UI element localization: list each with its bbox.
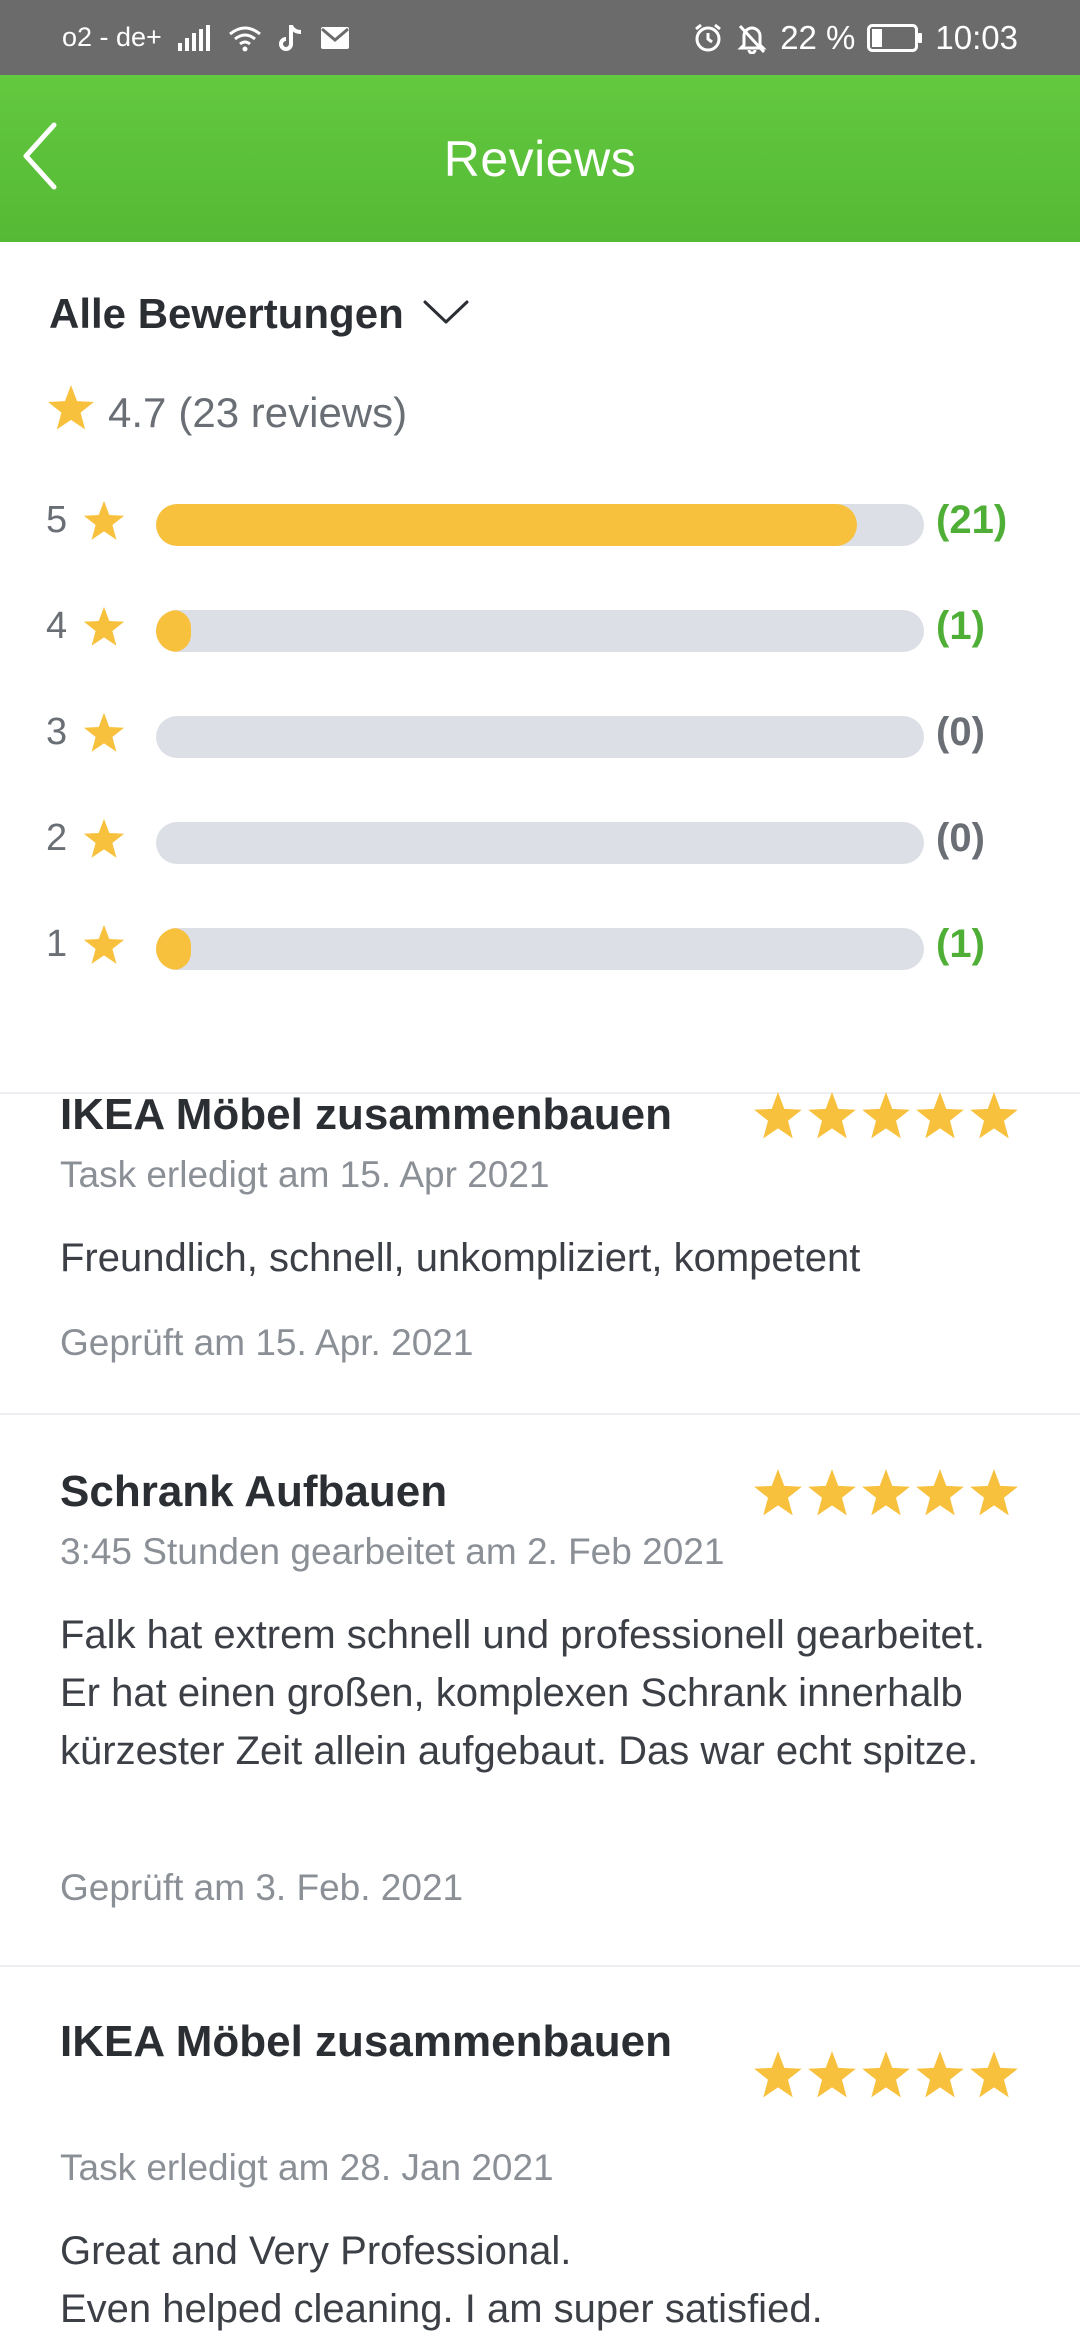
rating-bar-1: 1 (1) (46, 914, 1026, 974)
app-bar: Reviews (0, 75, 1080, 242)
review-subtitle: 3:45 Stunden gearbeitet am 2. Feb 2021 (60, 1531, 725, 1572)
star-icon (82, 500, 126, 547)
rating-bar-4: 4 (1) (46, 596, 1026, 656)
review-verified: Geprüft am 3. Feb. 2021 (60, 1867, 464, 1908)
star-icon (808, 1469, 856, 1516)
review-subtitle: Task erledigt am 28. Jan 2021 (60, 2147, 554, 2188)
battery-icon (867, 23, 923, 52)
review-verified: Geprüft am 15. Apr. 2021 (60, 1322, 474, 1363)
rating-bar-stars: 3 (46, 711, 68, 753)
rating-bar-2: 2 (0) (46, 808, 1026, 868)
review-body: Great and Very Professional. Even helped… (60, 2222, 1020, 2338)
review-subtitle: Task erledigt am 15. Apr 2021 (60, 1154, 550, 1195)
review-body: Freundlich, schnell, unkompliziert, komp… (60, 1236, 861, 1280)
signal-icon (177, 24, 212, 51)
review-stars (752, 1091, 1020, 1141)
star-icon (754, 2051, 802, 2098)
star-icon (82, 924, 126, 971)
clock: 10:03 (935, 18, 1018, 56)
divider (0, 1413, 1080, 1415)
chevron-down-icon (422, 298, 470, 331)
carrier-label: o2 - de+ (62, 22, 162, 52)
star-icon (862, 1469, 910, 1516)
status-bar-right: 22 % 10:03 (692, 0, 1018, 75)
review-body-line: Great and Very Professional. (60, 2229, 572, 2273)
star-icon (808, 1092, 856, 1139)
star-icon (862, 2051, 910, 2098)
review-body: Falk hat extrem schnell und professionel… (60, 1613, 985, 1773)
battery-percent: 22 % (780, 18, 856, 56)
rating-bar-count: (0) (936, 816, 985, 860)
filter-label: Alle Bewertungen (49, 290, 404, 337)
review-count: (23 reviews) (178, 389, 408, 436)
review-title: IKEA Möbel zusammenbauen (60, 2017, 673, 2066)
rating-bar-stars: 2 (46, 817, 68, 859)
bell-off-icon (736, 22, 768, 54)
rating-bar-track (156, 928, 924, 970)
star-icon (970, 1469, 1018, 1516)
average-rating: 4.7 (108, 389, 167, 436)
star-icon (82, 606, 126, 653)
star-icon (862, 1092, 910, 1139)
rating-bar-5: 5 (21) (46, 490, 1026, 550)
status-bar: o2 - de+ 22 % 10:03 (0, 0, 1080, 75)
rating-bar-track (156, 716, 924, 758)
star-icon (808, 2051, 856, 2098)
star-icon (82, 818, 126, 865)
alarm-icon (692, 22, 724, 54)
page-title: Reviews (443, 130, 637, 187)
review-stars (752, 2050, 1020, 2100)
rating-bar-track (156, 822, 924, 864)
review-title: Schrank Aufbauen (60, 1467, 448, 1516)
star-icon (82, 712, 126, 759)
rating-bar-count: (1) (936, 922, 985, 966)
rating-filter-dropdown[interactable]: Alle Bewertungen (49, 290, 470, 338)
star-icon (970, 2051, 1018, 2098)
rating-bar-count: (1) (936, 604, 985, 648)
rating-bar-fill (156, 504, 858, 546)
star-icon (754, 1469, 802, 1516)
rating-bar-track (156, 504, 924, 546)
star-icon (754, 1092, 802, 1139)
review-stars (752, 1468, 1020, 1518)
star-icon (916, 2051, 964, 2098)
star-icon (46, 384, 96, 442)
review-title: IKEA Möbel zusammenbauen (60, 1090, 673, 1139)
rating-bar-track (156, 610, 924, 652)
wifi-icon (228, 24, 262, 52)
review-body-line: Even helped cleaning. I am super satisfi… (60, 2287, 823, 2331)
rating-bar-stars: 5 (46, 499, 68, 541)
rating-summary: 4.7 (23 reviews) (46, 384, 407, 442)
star-icon (970, 1092, 1018, 1139)
rating-bar-3: 3 (0) (46, 702, 1026, 762)
star-icon (916, 1469, 964, 1516)
rating-bar-fill (156, 928, 191, 970)
status-bar-left: o2 - de+ (62, 0, 350, 75)
rating-bar-stars: 4 (46, 605, 68, 647)
tiktok-icon (278, 23, 304, 53)
rating-bar-count: (0) (936, 710, 985, 754)
rating-bar-stars: 1 (46, 923, 68, 965)
divider (0, 1965, 1080, 1967)
star-icon (916, 1092, 964, 1139)
rating-bar-count: (21) (936, 498, 1008, 542)
mail-icon (320, 26, 350, 50)
rating-bar-fill (156, 610, 191, 652)
